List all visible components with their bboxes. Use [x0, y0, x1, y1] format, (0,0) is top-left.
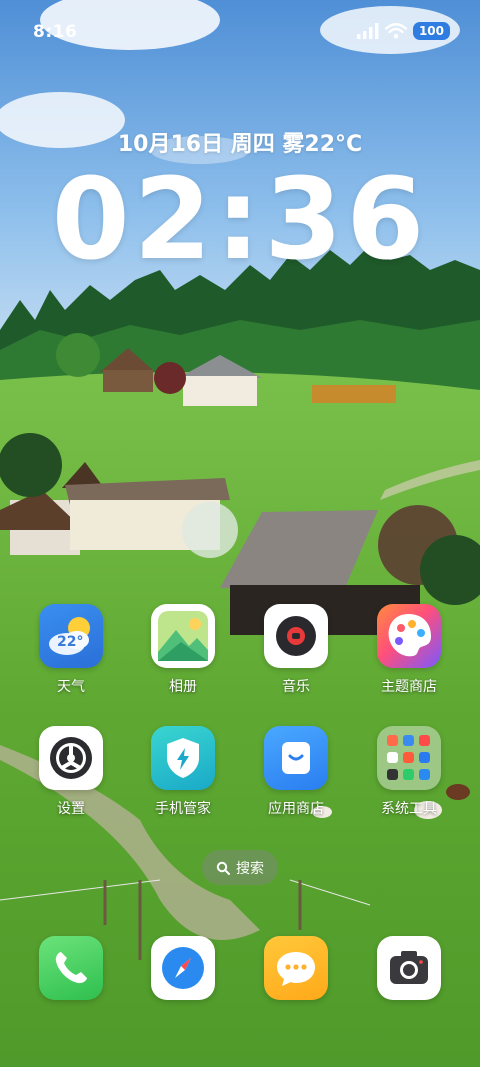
- app-label-appstore: 应用商店: [268, 801, 324, 817]
- app-security[interactable]: 手机管家: [133, 726, 233, 818]
- app-label-themes: 主题商店: [381, 679, 437, 695]
- dock-messages[interactable]: [246, 936, 346, 1000]
- shopping-bag-icon: [264, 726, 328, 790]
- app-weather[interactable]: 22° 天气: [21, 604, 121, 696]
- date-weather-text: 10月16日 周四 雾22°C: [117, 132, 363, 157]
- app-themes[interactable]: 主题商店: [359, 604, 459, 696]
- app-label-settings: 设置: [57, 801, 85, 817]
- signal-icon: [356, 23, 379, 39]
- dock-camera[interactable]: [359, 936, 459, 1000]
- compass-icon: [151, 936, 215, 1000]
- app-label-music: 音乐: [282, 679, 310, 695]
- app-appstore[interactable]: 应用商店: [246, 726, 346, 818]
- palette-icon: [377, 604, 441, 668]
- app-music[interactable]: 音乐: [246, 604, 346, 696]
- search-label: 搜索: [236, 860, 264, 877]
- search-icon: [216, 861, 230, 875]
- battery-icon: 100: [412, 22, 450, 40]
- dock-phone[interactable]: [21, 936, 121, 1000]
- music-icon: [264, 604, 328, 668]
- app-label-tools: 系统工具: [381, 801, 437, 817]
- folder-icon: [377, 726, 441, 790]
- app-gallery[interactable]: 相册: [133, 604, 233, 696]
- settings-gear-icon: [39, 726, 103, 790]
- search-button[interactable]: 搜索: [202, 850, 278, 885]
- status-time: 8:16: [33, 22, 78, 42]
- weather-icon: 22°: [39, 604, 103, 668]
- status-bar: 8:16 100: [0, 0, 480, 66]
- app-label-gallery: 相册: [169, 679, 197, 695]
- app-label-security: 手机管家: [155, 801, 211, 817]
- camera-icon: [377, 936, 441, 1000]
- status-icons: 100: [356, 22, 450, 40]
- app-label-weather: 天气: [57, 679, 85, 695]
- app-settings[interactable]: 设置: [21, 726, 121, 818]
- clock-time[interactable]: 02:36: [0, 160, 480, 280]
- shield-icon: [151, 726, 215, 790]
- phone-icon: [39, 936, 103, 1000]
- dock-browser[interactable]: [133, 936, 233, 1000]
- app-folder-tools[interactable]: 系统工具: [359, 726, 459, 818]
- wifi-icon: [384, 23, 407, 39]
- message-bubble-icon: [264, 936, 328, 1000]
- weather-temp: 22°: [57, 634, 84, 650]
- gallery-icon: [151, 604, 215, 668]
